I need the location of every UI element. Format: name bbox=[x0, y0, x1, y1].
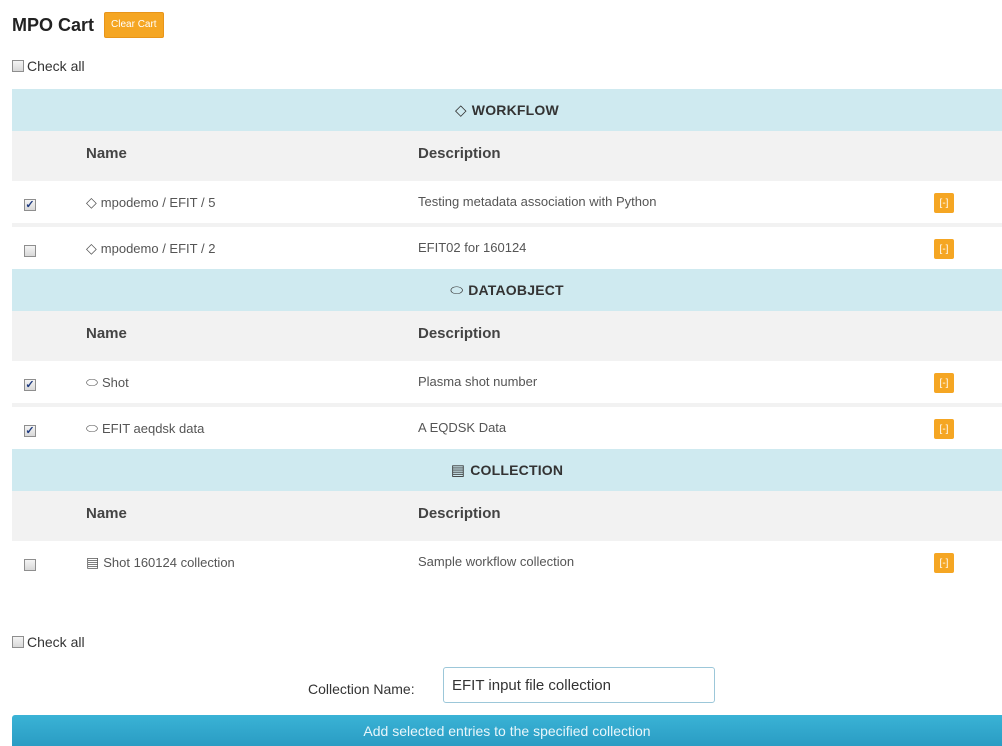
row-name-text[interactable]: EFIT aeqdsk data bbox=[102, 421, 204, 436]
dataobject-icon: ⬭ bbox=[86, 420, 98, 436]
column-header-name: Name bbox=[86, 325, 127, 342]
remove-item-button[interactable]: [-] bbox=[934, 239, 954, 259]
column-header-row: Name Description bbox=[12, 491, 1002, 537]
row-description: Plasma shot number bbox=[418, 374, 538, 389]
column-header-name: Name bbox=[86, 505, 127, 522]
column-header-description: Description bbox=[418, 505, 501, 522]
row-checkbox[interactable] bbox=[24, 559, 36, 571]
check-all-checkbox[interactable] bbox=[12, 60, 24, 72]
workflow-icon: ◇ bbox=[455, 102, 467, 119]
column-header-row: Name Description bbox=[12, 311, 1002, 357]
check-all-checkbox[interactable] bbox=[12, 636, 24, 648]
row-checkbox[interactable] bbox=[24, 245, 36, 257]
row-name: ▤ Shot 160124 collection bbox=[86, 554, 235, 571]
remove-item-button[interactable]: [-] bbox=[934, 193, 954, 213]
check-all-label: Check all bbox=[27, 58, 85, 74]
table-row: ◇ mpodemo / EFIT / 2 EFIT02 for 160124 [-] bbox=[12, 223, 1002, 269]
row-name-text[interactable]: mpodemo / EFIT / 2 bbox=[101, 241, 216, 256]
dataobject-icon: ⬭ bbox=[86, 374, 98, 390]
workflow-icon: ◇ bbox=[86, 240, 97, 256]
row-name: ◇ mpodemo / EFIT / 2 bbox=[86, 240, 215, 257]
collection-icon: ▤ bbox=[86, 554, 100, 570]
section-header-collection: ▤ COLLECTION bbox=[12, 449, 1002, 491]
column-header-row: Name Description bbox=[12, 131, 1002, 177]
clear-cart-button[interactable]: Clear Cart bbox=[104, 12, 164, 38]
remove-item-button[interactable]: [-] bbox=[934, 419, 954, 439]
row-name-text[interactable]: Shot 160124 collection bbox=[103, 555, 235, 570]
row-checkbox[interactable]: ✓ bbox=[24, 199, 36, 211]
section-title: WORKFLOW bbox=[471, 102, 559, 118]
collection-icon: ▤ bbox=[450, 462, 466, 479]
column-header-description: Description bbox=[418, 325, 501, 342]
row-description: Sample workflow collection bbox=[418, 554, 575, 569]
row-name: ⬭ Shot bbox=[86, 374, 129, 391]
row-checkbox[interactable]: ✓ bbox=[24, 425, 36, 437]
row-name-text[interactable]: Shot bbox=[102, 375, 129, 390]
workflow-icon: ◇ bbox=[86, 194, 97, 210]
remove-item-button[interactable]: [-] bbox=[934, 373, 954, 393]
page-title: MPO Cart bbox=[12, 14, 95, 35]
column-header-description: Description bbox=[418, 145, 501, 162]
cart-header: MPO Cart Clear Cart bbox=[12, 11, 164, 39]
row-name-text[interactable]: mpodemo / EFIT / 5 bbox=[101, 195, 216, 210]
section-header-dataobject: ⬭ DATAOBJECT bbox=[12, 269, 1002, 311]
section-title: COLLECTION bbox=[470, 462, 564, 478]
row-checkbox[interactable]: ✓ bbox=[24, 379, 36, 391]
row-name: ⬭ EFIT aeqdsk data bbox=[86, 420, 204, 437]
section-header-workflow: ◇ WORKFLOW bbox=[12, 89, 1002, 131]
cart-table: ◇ WORKFLOW Name Description ✓ ◇ mpodemo / EFIT… bbox=[12, 89, 1002, 583]
table-row: ✓ ⬭ Shot Plasma shot number [-] bbox=[12, 357, 1002, 403]
section-title: DATAOBJECT bbox=[468, 282, 564, 298]
check-all-top[interactable]: Check all bbox=[12, 58, 85, 74]
check-all-label: Check all bbox=[27, 634, 85, 650]
table-row: ✓ ◇ mpodemo / EFIT / 5 Testing metadata ass… bbox=[12, 177, 1002, 223]
row-name: ◇ mpodemo / EFIT / 5 bbox=[86, 194, 215, 211]
dataobject-icon: ⬭ bbox=[450, 281, 464, 299]
check-all-bottom[interactable]: Check all bbox=[12, 634, 85, 650]
collection-name-label: Collection Name: bbox=[308, 681, 415, 697]
remove-item-button[interactable]: [-] bbox=[934, 553, 954, 573]
row-description: A EQDSK Data bbox=[418, 420, 507, 435]
row-description: EFIT02 for 160124 bbox=[418, 240, 527, 255]
table-row: ✓ ⬭ EFIT aeqdsk data A EQDSK Data [-] bbox=[12, 403, 1002, 449]
collection-name-input[interactable] bbox=[443, 667, 715, 703]
column-header-name: Name bbox=[86, 145, 127, 162]
row-description: Testing metadata association with Python bbox=[418, 194, 657, 209]
table-row: ▤ Shot 160124 collection Sample workflow c… bbox=[12, 537, 1002, 583]
add-to-collection-button[interactable]: Add selected entries to the specified co… bbox=[12, 715, 1002, 746]
